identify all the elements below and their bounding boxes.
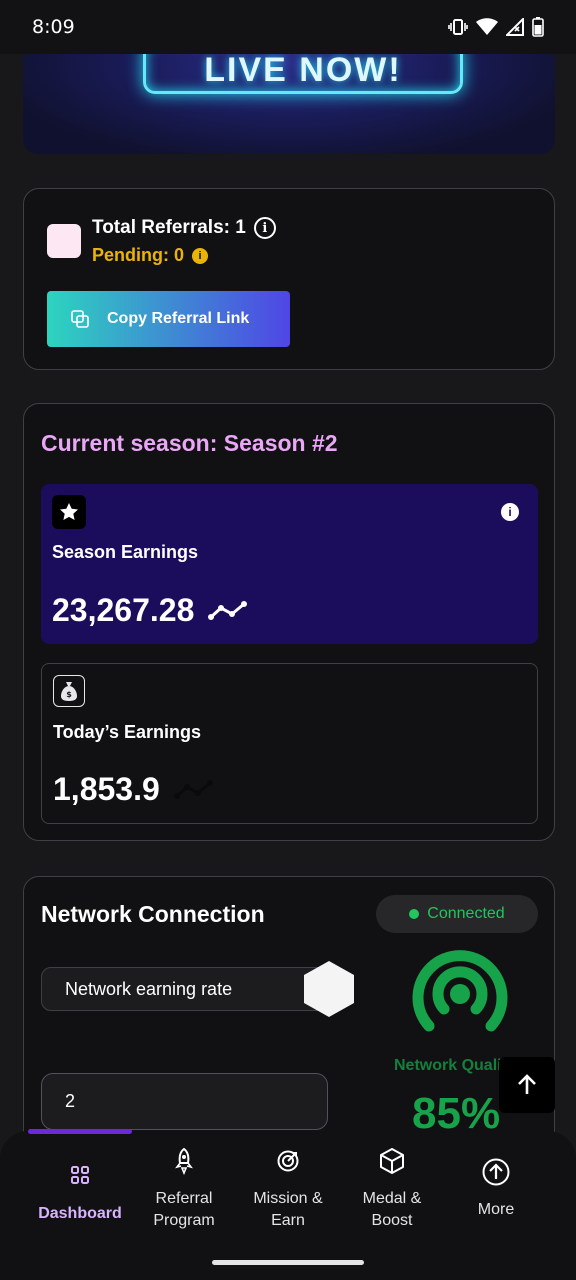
nav-item-medal-boost[interactable]: Medal & Boost <box>340 1131 444 1241</box>
copy-icon <box>71 310 89 328</box>
home-indicator[interactable] <box>212 1260 364 1265</box>
battery-icon <box>532 17 544 37</box>
today-earnings-value: 1,853.9 <box>53 771 214 808</box>
season-earnings-amount: 23,267.28 <box>52 592 195 628</box>
money-bag-icon: $ <box>53 675 85 707</box>
live-now-text: LIVE NOW! <box>204 54 402 89</box>
copy-referral-link-button[interactable]: Copy Referral Link <box>47 291 290 347</box>
rocket-icon <box>175 1147 193 1175</box>
scroll-to-top-button[interactable] <box>499 1057 555 1113</box>
network-signal-icon <box>412 950 508 1032</box>
referral-card: Total Referrals: 1 i Pending: 0 i Copy R… <box>23 188 555 370</box>
wifi-icon <box>476 18 498 35</box>
pending-info-icon[interactable]: i <box>192 247 209 264</box>
network-title: Network Connection <box>41 901 265 927</box>
star-icon <box>52 495 86 529</box>
season-info-icon[interactable]: i <box>501 503 519 521</box>
nav-item-dashboard[interactable]: Dashboard <box>28 1131 132 1241</box>
cell-signal-icon <box>506 18 524 36</box>
referral-avatar <box>47 224 81 258</box>
trend-dark-icon <box>173 779 213 799</box>
live-banner[interactable]: LIVE NOW! <box>23 54 555 154</box>
total-referrals: Total Referrals: 1 i <box>92 217 276 239</box>
connection-status-badge: Connected <box>376 895 538 933</box>
dashboard-icon <box>71 1166 89 1184</box>
season-earnings-value: 23,267.28 <box>52 592 248 629</box>
info-icon[interactable]: i <box>253 217 276 239</box>
nav-label: Medal & Boost <box>362 1190 422 1229</box>
nav-item-mission-earn[interactable]: Mission & Earn <box>236 1131 340 1241</box>
network-earning-rate-label: Network earning rate <box>65 978 233 999</box>
arrow-up-circle-icon <box>482 1158 510 1186</box>
nav-item-more[interactable]: More <box>444 1131 548 1241</box>
connection-status-text: Connected <box>427 905 505 922</box>
arrow-up-icon <box>518 1074 536 1094</box>
season-card: Current season: Season #2 i Season Earni… <box>23 403 555 841</box>
pending-referrals-text: Pending: 0 <box>92 245 185 265</box>
nav-item-referral-program[interactable]: Referral Program <box>132 1131 236 1241</box>
today-earnings-amount: 1,853.9 <box>53 771 160 807</box>
nav-label: Dashboard <box>38 1205 122 1222</box>
season-earnings-box: i Season Earnings 23,267.28 <box>41 484 538 644</box>
nav-label: Mission & Earn <box>253 1190 323 1229</box>
network-number-value: 2 <box>65 1091 76 1111</box>
season-earnings-label: Season Earnings <box>52 542 199 562</box>
network-number-input[interactable]: 2 <box>41 1073 328 1130</box>
live-now-sign: LIVE NOW! <box>143 54 463 94</box>
nav-label: Referral Program <box>153 1190 215 1229</box>
copy-referral-link-label: Copy Referral Link <box>107 310 250 327</box>
today-earnings-box: $ Today’s Earnings 1,853.9 <box>41 663 538 824</box>
status-icons <box>448 17 544 37</box>
bottom-navigation: Dashboard Referral Program Mission & Ear… <box>0 1129 576 1280</box>
target-icon <box>277 1150 299 1172</box>
nav-label: More <box>477 1201 515 1218</box>
today-earnings-label: Today’s Earnings <box>53 722 202 742</box>
pending-referrals: Pending: 0 i <box>92 245 209 266</box>
total-referrals-text: Total Referrals: 1 <box>92 217 246 238</box>
season-title: Current season: Season #2 <box>41 430 338 456</box>
vibrate-icon <box>448 19 468 35</box>
svg-text:$: $ <box>66 690 72 699</box>
status-time: 8:09 <box>32 16 75 38</box>
status-bar: 8:09 <box>0 0 576 54</box>
trend-icon <box>208 600 248 620</box>
status-dot <box>409 909 420 919</box>
network-earning-rate: Network earning rate <box>41 967 331 1011</box>
cube-icon <box>380 1148 404 1174</box>
